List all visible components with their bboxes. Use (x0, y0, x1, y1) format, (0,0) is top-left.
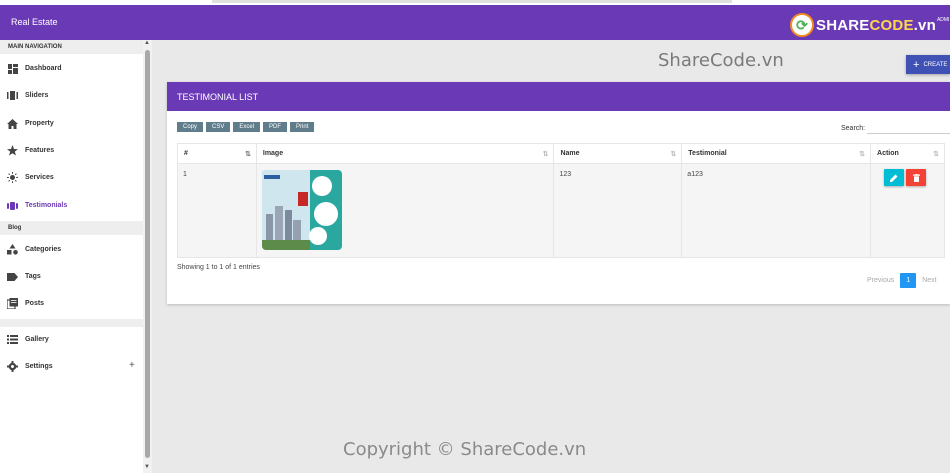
top-navbar: Real Estate ⟳ SHARECODE.vn ADMI (0, 5, 950, 40)
testimonial-icon (7, 200, 18, 211)
sidebar-item-features[interactable]: Features (0, 140, 143, 162)
admin-label[interactable]: ADMI (937, 17, 950, 23)
pencil-icon (890, 174, 898, 182)
sidebar-item-label: Settings (25, 363, 53, 370)
search-label: Search: (841, 125, 866, 132)
shapes-icon (7, 244, 18, 255)
table-header-row: # ⇅ Image ⇅ Name ⇅ Testimonial ⇅ Action ⇅ (177, 143, 945, 164)
expand-plus-icon[interactable]: + (129, 360, 135, 371)
column-header-testimonial[interactable]: Testimonial ⇅ (681, 143, 872, 164)
column-header-image[interactable]: Image ⇅ (255, 143, 555, 164)
section-main-navigation: MAIN NAVIGATION (0, 40, 143, 54)
sidebar-item-label: Dashboard (25, 65, 62, 72)
home-icon (7, 118, 18, 129)
tag-icon (7, 271, 18, 282)
sun-icon (7, 172, 18, 183)
cell-index: 1 (177, 163, 257, 258)
search-input[interactable] (867, 133, 950, 134)
cell-name: 123 (553, 163, 683, 258)
sidebar-item-label: Tags (25, 273, 41, 280)
copy-button[interactable]: Copy (177, 122, 204, 132)
sidebar-scrollbar[interactable]: ▲ ▼ (143, 40, 152, 473)
sidebar-item-services[interactable]: Services (0, 167, 143, 189)
export-toolbar: Copy CSV Excel PDF Print (177, 122, 315, 132)
sidebar-item-testimonials[interactable]: Testimonials (0, 195, 143, 217)
sort-icon: ⇅ (859, 151, 866, 158)
slider-icon (7, 90, 18, 101)
posts-icon (7, 298, 18, 309)
sort-icon: ⇅ (670, 151, 677, 158)
sidebar-item-label: Categories (25, 246, 62, 253)
section-blog: Blog (0, 221, 143, 235)
create-button[interactable]: + CREATE (906, 55, 950, 74)
sort-asc-icon: ⇅ (245, 151, 251, 158)
table-row: 1 123 a123 (177, 163, 945, 258)
watermark-bottom: Copyright © ShareCode.vn (343, 439, 587, 460)
list-icon (7, 334, 18, 345)
cell-testimonial: a123 (681, 163, 872, 258)
sidebar-item-label: Gallery (25, 336, 49, 343)
cell-actions (870, 163, 945, 258)
plus-icon: + (913, 58, 920, 71)
sidebar-item-label: Testimonials (25, 202, 68, 209)
delete-button[interactable] (906, 169, 927, 186)
sidebar-item-label: Sliders (25, 92, 49, 99)
column-header-action[interactable]: Action ⇅ (870, 143, 945, 164)
cell-image (255, 163, 555, 258)
column-header-name[interactable]: Name ⇅ (553, 143, 683, 164)
sidebar-item-label: Posts (25, 300, 45, 307)
print-button[interactable]: Print (290, 122, 315, 132)
csv-button[interactable]: CSV (206, 122, 231, 132)
sidebar-item-property[interactable]: Property (0, 113, 143, 135)
page-button-1[interactable]: 1 (900, 273, 917, 288)
scroll-down-arrow-icon[interactable]: ▼ (144, 464, 150, 470)
sidebar-item-posts[interactable]: Posts (0, 293, 143, 315)
pdf-button[interactable]: PDF (263, 122, 288, 132)
trash-icon (912, 173, 920, 182)
card-header: TESTIMONIAL LIST (167, 82, 950, 111)
next-page-button[interactable]: Next (922, 277, 936, 284)
app-title[interactable]: Real Estate (11, 17, 58, 27)
column-header-index[interactable]: # ⇅ (177, 143, 257, 164)
sidebar: MAIN NAVIGATION Dashboard Sliders Proper… (0, 40, 152, 473)
section-divider (0, 319, 143, 327)
testimonial-table: # ⇅ Image ⇅ Name ⇅ Testimonial ⇅ Action ⇅ 1 (177, 143, 945, 258)
scroll-up-arrow-icon[interactable]: ▲ (144, 40, 150, 46)
sidebar-item-gallery[interactable]: Gallery (0, 329, 143, 351)
sidebar-item-label: Services (25, 174, 54, 181)
gear-icon (7, 361, 18, 372)
previous-page-button[interactable]: Previous (867, 277, 894, 284)
sidebar-item-sliders[interactable]: Sliders (0, 85, 143, 107)
sidebar-item-label: Features (25, 147, 55, 154)
sort-icon: ⇅ (542, 151, 549, 158)
excel-button[interactable]: Excel (233, 122, 261, 132)
create-button-label: CREATE (923, 61, 948, 68)
sort-icon: ⇅ (933, 151, 939, 158)
sidebar-item-settings[interactable]: Settings + (0, 356, 143, 378)
watermark-top: ShareCode.vn (658, 50, 784, 71)
card-title: TESTIMONIAL LIST (177, 92, 259, 102)
sidebar-item-label: Property (25, 120, 54, 127)
entries-info: Showing 1 to 1 of 1 entries (177, 264, 260, 271)
dashboard-icon (7, 63, 18, 74)
scrollbar-thumb[interactable] (145, 50, 150, 458)
testimonial-image (261, 170, 342, 250)
sidebar-item-categories[interactable]: Categories (0, 239, 143, 261)
pagination: Previous 1 Next (867, 273, 937, 288)
star-icon (7, 145, 18, 156)
sidebar-item-dashboard[interactable]: Dashboard (0, 58, 143, 80)
logo-badge-icon: ⟳ (790, 13, 814, 37)
sidebar-item-tags[interactable]: Tags (0, 266, 143, 288)
edit-button[interactable] (884, 169, 905, 186)
logo-wordmark: SHARECODE.vn (816, 16, 936, 34)
testimonial-list-card: TESTIMONIAL LIST Copy CSV Excel PDF Prin… (167, 82, 950, 304)
address-bar (212, 0, 732, 3)
sharecode-logo: ⟳ SHARECODE.vn ADMI (790, 12, 949, 38)
